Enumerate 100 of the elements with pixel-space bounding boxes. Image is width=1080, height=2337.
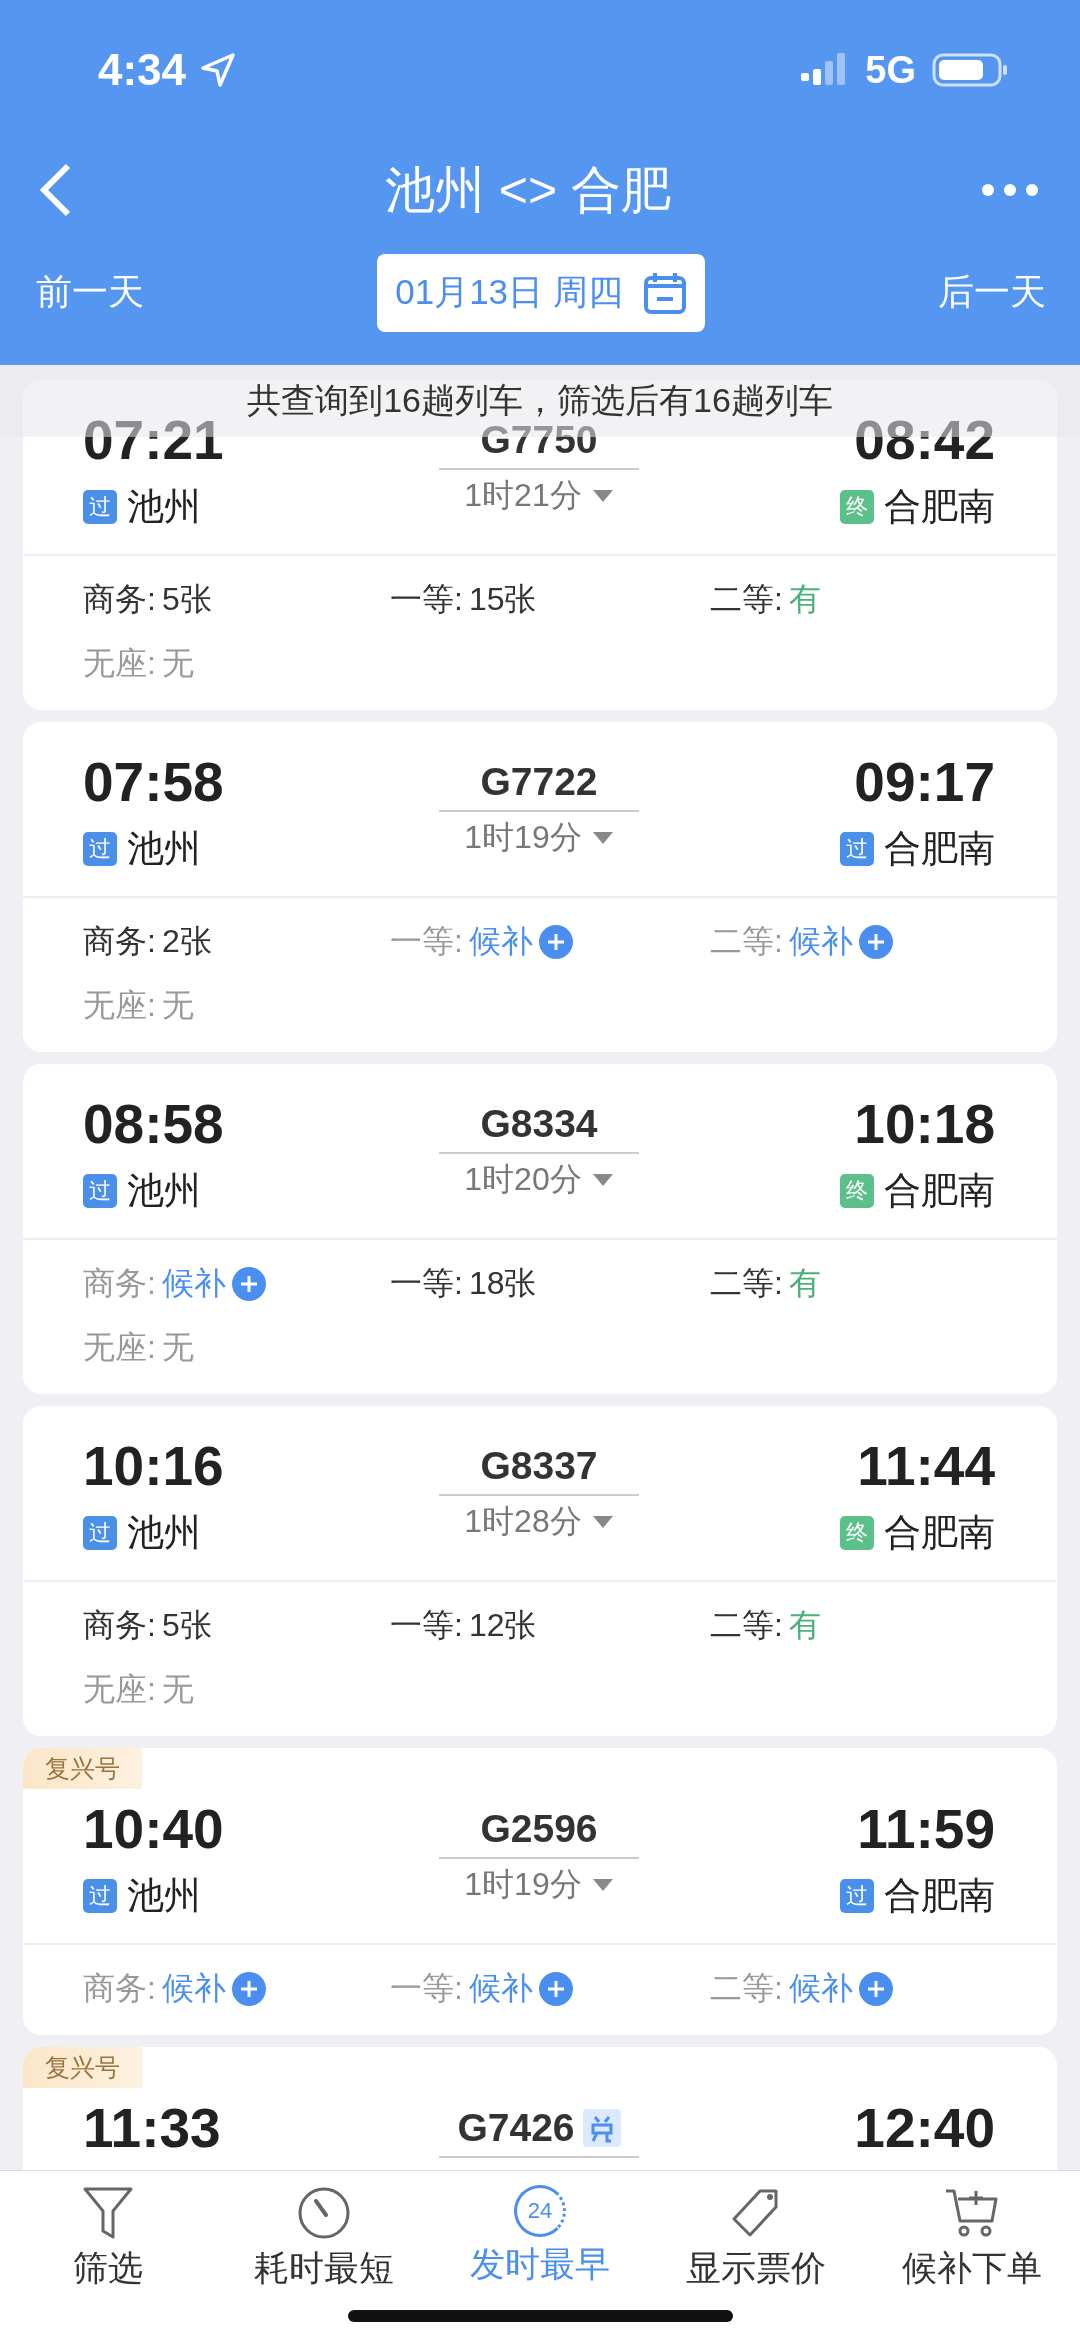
seat-availability: 12张 (468, 1606, 537, 1645)
station-name: 池州 (127, 1169, 201, 1213)
seat-class-label: 一等: (390, 1606, 463, 1645)
station-name: 池州 (127, 485, 201, 529)
station-name: 合肥南 (884, 1874, 995, 1918)
seat-class-label: 二等: (710, 1969, 783, 2008)
clock-icon: 24 (514, 2185, 566, 2237)
arrival-time: 09:17 (854, 750, 995, 814)
seat-class-label: 商务: (83, 580, 156, 619)
arrival-time: 11:44 (857, 1434, 995, 1498)
status-time: 4:34 (98, 45, 187, 95)
stopwatch-icon (296, 2185, 352, 2241)
add-icon[interactable] (858, 1972, 893, 2006)
caret-icon (591, 1515, 614, 1529)
duration: 1时28分 (464, 1502, 582, 1541)
caret-icon (591, 489, 614, 503)
station-name: 合肥南 (884, 1511, 995, 1555)
train-card[interactable]: 10:16 过 池州 G8337 1时28分 11:44 终 合肥南 商务: 5张 一等: 12张 二等: 有 无座: 无 (23, 1406, 1057, 1736)
add-icon[interactable] (538, 1972, 573, 2006)
seat-class-label: 商务: (83, 1606, 156, 1645)
arrival-time: 10:18 (854, 1092, 995, 1156)
train-number: G2596 (480, 1806, 598, 1852)
station-name: 合肥南 (884, 827, 995, 871)
seat-class-label: 商务: (83, 1264, 156, 1303)
seat-availability: 5张 (161, 1606, 212, 1645)
departure-time: 08:58 (83, 1092, 224, 1156)
seat-availability: 5张 (161, 580, 212, 619)
train-card[interactable]: 08:58 过 池州 G8334 1时20分 10:18 终 合肥南 商务: 候补 一等: 18张 二等: 有 无座: 无 (23, 1064, 1057, 1394)
duration: 1时19分 (464, 1865, 582, 1904)
station-name: 池州 (127, 827, 201, 871)
seat-availability: 无 (161, 644, 194, 683)
add-icon[interactable] (858, 925, 893, 959)
arrival-time: 11:59 (857, 1797, 995, 1861)
station-badge: 过 (83, 1174, 117, 1208)
departure-time: 10:40 (83, 1797, 224, 1861)
calendar-icon (642, 270, 687, 315)
seat-availability: 2张 (161, 922, 212, 961)
station-badge: 过 (83, 490, 117, 524)
station-badge: 过 (83, 1516, 117, 1550)
duration: 1时21分 (464, 476, 582, 515)
train-number: G8334 (480, 1101, 598, 1147)
seat-availability: 无 (161, 1328, 194, 1367)
seat-availability: 18张 (468, 1264, 537, 1303)
seat-availability: 有 (788, 1264, 821, 1303)
seat-class-label: 商务: (83, 922, 156, 961)
seat-class-label: 无座: (83, 644, 156, 683)
train-number: G7722 (480, 759, 598, 805)
train-number: G8337 (480, 1443, 598, 1489)
station-badge: 过 (83, 832, 117, 866)
departure-time: 07:58 (83, 750, 224, 814)
train-number: G7426 (457, 2105, 575, 2151)
station-badge: 过 (83, 1879, 117, 1913)
caret-icon (591, 831, 614, 845)
seat-class-label: 一等: (390, 1969, 463, 2008)
seat-availability: 有 (788, 580, 821, 619)
station-badge: 终 (840, 1174, 874, 1208)
seat-class-label: 无座: (83, 1670, 156, 1709)
location-arrow-icon (200, 52, 237, 88)
train-card[interactable]: 07:58 过 池州 G7722 1时19分 09:17 过 合肥南 商务: 2张 一等: 候补 二等: 候补 无座: 无 (23, 722, 1057, 1052)
add-icon[interactable] (231, 1267, 266, 1301)
add-icon[interactable] (538, 925, 573, 959)
arrival-time: 12:40 (854, 2096, 995, 2160)
seat-class-label: 二等: (710, 1264, 783, 1303)
seat-class-label: 商务: (83, 1969, 156, 2008)
station-badge: 终 (840, 1516, 874, 1550)
seat-class-label: 二等: (710, 580, 783, 619)
station-badge: 过 (840, 1879, 874, 1913)
train-type-tag: 复兴号 (23, 1748, 142, 1789)
seat-class-label: 无座: (83, 986, 156, 1025)
departure-time: 10:16 (83, 1434, 224, 1498)
train-type-tag: 复兴号 (23, 2047, 142, 2088)
network-type: 5G (865, 48, 916, 92)
bottom-tab[interactable]: 候补下单 (864, 2185, 1080, 2292)
train-card[interactable]: 复兴号 11:33 G7426 12:40 (23, 2047, 1057, 2170)
caret-icon (591, 1173, 614, 1187)
seat-class-label: 一等: (390, 580, 463, 619)
duration: 1时19分 (464, 818, 582, 857)
bottom-tab[interactable]: 显示票价 (648, 2185, 864, 2292)
seat-availability: 有 (788, 1606, 821, 1645)
seat-class-label: 二等: (710, 1606, 783, 1645)
battery-icon (932, 51, 1008, 89)
seat-class-label: 一等: (390, 922, 463, 961)
seat-class-label: 一等: (390, 1264, 463, 1303)
caret-icon (591, 1878, 614, 1892)
page-title: 池州 <> 合肥 (384, 160, 672, 220)
filter-icon (82, 2185, 134, 2241)
departure-time: 11:33 (83, 2096, 221, 2160)
duration: 1时20分 (464, 1160, 582, 1199)
station-name: 池州 (127, 1511, 201, 1555)
bottom-tab[interactable]: 筛选 (0, 2185, 216, 2292)
seat-availability: 无 (161, 1670, 194, 1709)
seat-availability: 无 (161, 986, 194, 1025)
station-name: 合肥南 (884, 1169, 995, 1213)
train-card[interactable]: 复兴号 10:40 过 池州 G2596 1时19分 11:59 过 合肥南 商务: 候补 一等: 候补 二等: 候补 (23, 1748, 1057, 2035)
more-button[interactable] (980, 182, 1040, 198)
bottom-tab[interactable]: 耗时最短 (216, 2185, 432, 2292)
station-badge: 终 (840, 490, 874, 524)
add-icon[interactable] (231, 1972, 266, 2006)
station-name: 合肥南 (884, 485, 995, 529)
seat-availability: 15张 (468, 580, 537, 619)
